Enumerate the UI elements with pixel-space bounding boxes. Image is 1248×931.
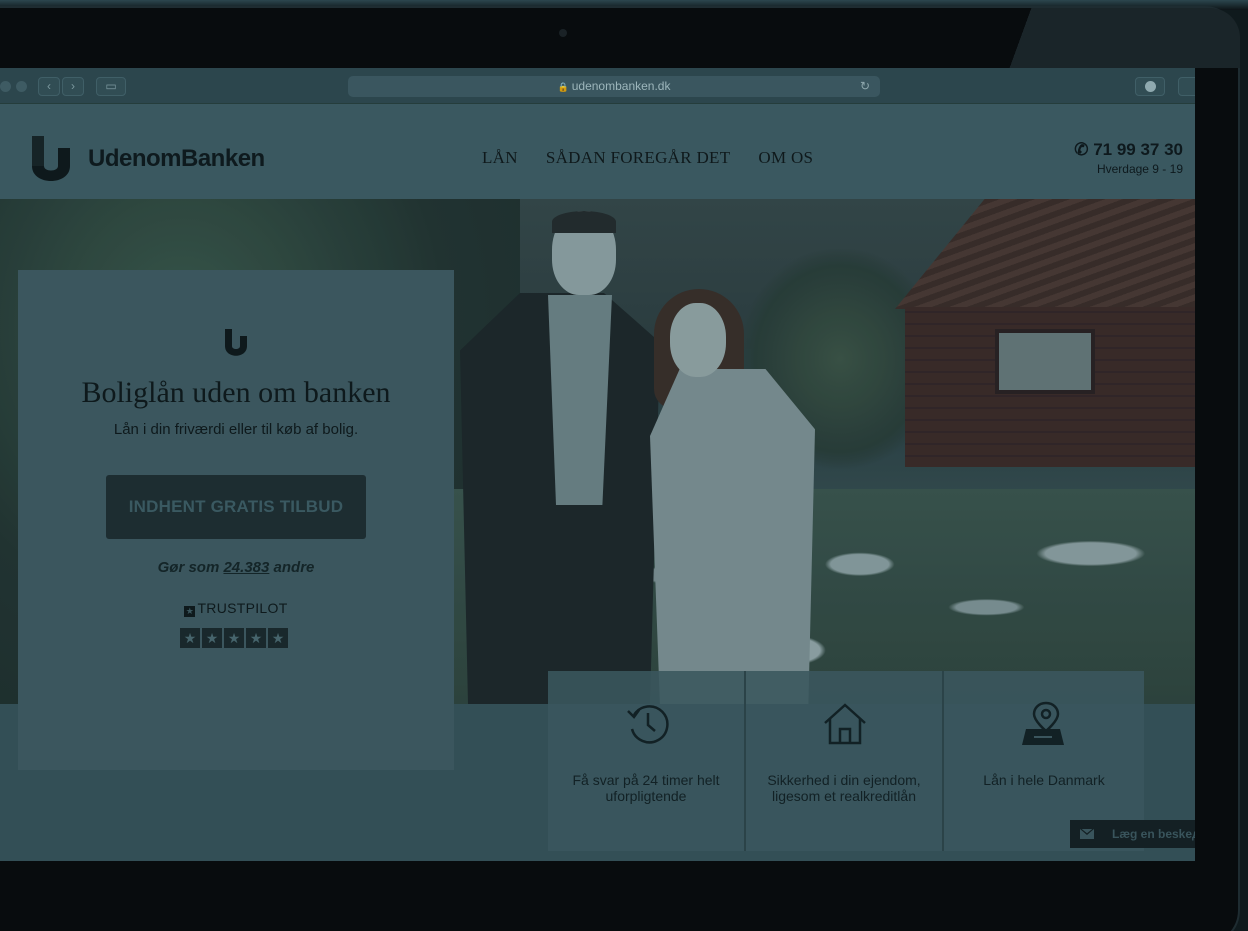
- get-free-offer-button[interactable]: INDHENT GRATIS TILBUD: [106, 475, 366, 539]
- social-proof: Gør som 24.383 andre: [18, 559, 454, 576]
- social-proof-prefix: Gør som: [157, 559, 224, 576]
- tablet-frame-reflection: [1000, 8, 1240, 68]
- back-button[interactable]: ‹: [38, 77, 60, 96]
- udenombanken-logo-icon: [225, 329, 247, 356]
- address-bar[interactable]: 🔒 udenombanken.dk ↻: [348, 76, 880, 97]
- star-icon: ★: [224, 628, 244, 648]
- star-icon: ★: [180, 628, 200, 648]
- feature-item: Få svar på 24 timer helt uforpligtende: [548, 671, 746, 851]
- hero-title: Boliglån uden om banken: [81, 376, 391, 409]
- main-nav: LÅN SÅDAN FOREGÅR DET OM OS: [482, 148, 813, 168]
- hero-card: Boliglån uden om banken Lån i din frivær…: [18, 270, 454, 770]
- phone-icon: ✆: [1074, 140, 1089, 159]
- hero-subtitle: Lån i din friværdi eller til køb af boli…: [113, 421, 359, 438]
- logo-text[interactable]: UdenomBanken: [88, 145, 265, 173]
- downloads-button[interactable]: [1135, 77, 1165, 96]
- hero-man: [460, 211, 660, 704]
- map-pin-icon: [1022, 701, 1064, 745]
- phone-hours: Hverdage 9 - 19: [1096, 162, 1183, 176]
- sidebar-icon: ▭: [105, 79, 117, 93]
- trustpilot-rating[interactable]: ★ ★ ★ ★ ★: [180, 628, 288, 648]
- download-icon: [1145, 81, 1156, 92]
- house-icon: [824, 703, 866, 745]
- url-text: udenombanken.dk: [571, 79, 671, 93]
- feature-item: Sikkerhed i din ejendom, ligesom et real…: [746, 671, 944, 851]
- nav-item-saadan-foregaar-det[interactable]: SÅDAN FOREGÅR DET: [546, 148, 731, 168]
- chevron-left-icon: ‹: [47, 79, 51, 93]
- udenombanken-logo-icon[interactable]: [30, 134, 72, 184]
- chevron-right-icon: ›: [71, 79, 75, 93]
- site-header: UdenomBanken LÅN SÅDAN FOREGÅR DET OM OS…: [0, 104, 1195, 199]
- star-icon: ★: [246, 628, 266, 648]
- trustpilot-badge[interactable]: ★ TRUSTPILOT: [18, 600, 454, 617]
- house-window: [995, 329, 1095, 394]
- window-minimize-button[interactable]: [0, 81, 11, 92]
- hero-woman: [650, 289, 815, 704]
- trustpilot-label: TRUSTPILOT: [197, 600, 288, 616]
- feature-text: Få svar på 24 timer helt uforpligtende: [572, 772, 720, 804]
- nav-item-laan[interactable]: LÅN: [482, 148, 518, 168]
- reload-icon[interactable]: ↻: [860, 76, 870, 97]
- feature-list: Få svar på 24 timer helt uforpligtende S…: [548, 671, 1144, 851]
- feature-text: Sikkerhed i din ejendom, ligesom et real…: [767, 772, 921, 804]
- social-proof-suffix: andre: [269, 559, 315, 576]
- phone-number[interactable]: ✆ 71 99 37 30: [1074, 140, 1183, 160]
- star-icon: ★: [268, 628, 288, 648]
- star-icon: ★: [202, 628, 222, 648]
- clock-icon: [627, 705, 669, 744]
- screen: ‹ › ▭ 🔒 udenombanken.dk ↻ UdenomBanken LÅ…: [0, 68, 1195, 861]
- nav-item-om-os[interactable]: OM OS: [758, 148, 813, 168]
- leave-message-tab[interactable]: Læg en beskeд: [1070, 820, 1195, 848]
- lock-icon: 🔒: [557, 82, 569, 92]
- phone-number-text: 71 99 37 30: [1093, 140, 1183, 159]
- window-zoom-button[interactable]: [16, 81, 27, 92]
- trustpilot-star-icon: ★: [184, 606, 196, 617]
- mail-icon: [1080, 829, 1094, 839]
- feature-text: Lån i hele Danmark: [983, 772, 1105, 788]
- leave-message-label: Læg en beskeд: [1112, 827, 1195, 841]
- camera-icon: [559, 29, 567, 37]
- forward-button[interactable]: ›: [62, 77, 84, 96]
- customer-count-link[interactable]: 24.383: [223, 559, 269, 576]
- sidebar-toggle-button[interactable]: ▭: [96, 77, 126, 96]
- browser-toolbar: ‹ › ▭ 🔒 udenombanken.dk ↻: [0, 68, 1195, 104]
- share-button[interactable]: [1178, 77, 1195, 96]
- phone-contact[interactable]: ✆ 71 99 37 30 Hverdage 9 - 19: [1074, 140, 1183, 176]
